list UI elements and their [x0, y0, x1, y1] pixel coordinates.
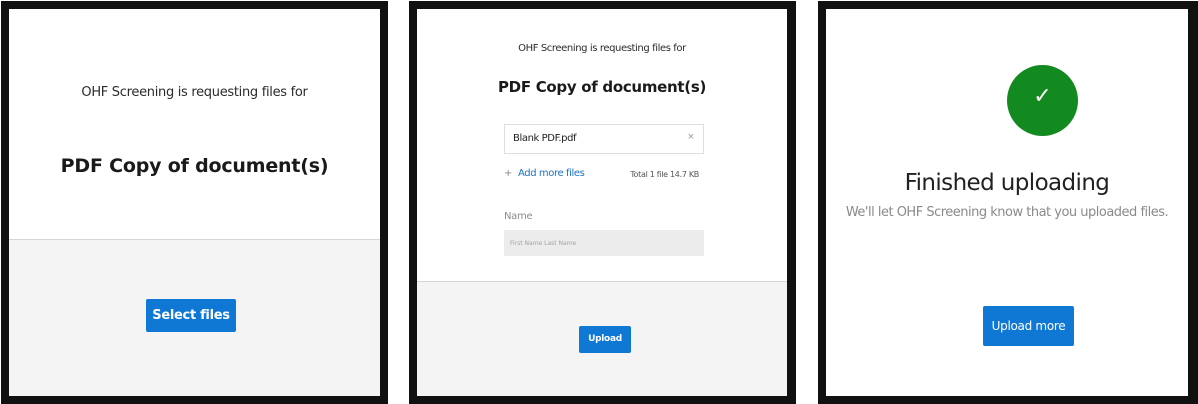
file-name: Blank PDF.pdf — [513, 133, 577, 144]
requesting-text: OHF Screening is requesting files for — [518, 43, 686, 54]
finished-card: ✓ Finished uploading We'll let OHF Scree… — [826, 9, 1188, 396]
name-field[interactable] — [504, 230, 704, 256]
action-area: Select files — [9, 240, 380, 396]
add-more-files-label: Add more files — [517, 168, 585, 179]
selected-file-item: Blank PDF.pdf × — [504, 124, 704, 154]
select-files-card: OHF Screening is requesting files for PD… — [9, 9, 380, 396]
total-file-size: Total 1 file 14.7 KB — [630, 170, 699, 179]
success-badge: ✓ — [1007, 65, 1078, 136]
select-files-panel: OHF Screening is requesting files for PD… — [1, 1, 388, 404]
close-icon[interactable]: × — [688, 131, 694, 143]
select-files-button[interactable]: Select files — [146, 299, 236, 332]
finished-heading: Finished uploading — [904, 170, 1110, 196]
check-icon: ✓ — [1033, 84, 1052, 109]
upload-form-card: OHF Screening is requesting files for PD… — [417, 9, 787, 396]
upload-form-panel: OHF Screening is requesting files for PD… — [409, 1, 796, 404]
request-title: PDF Copy of document(s) — [60, 155, 329, 177]
request-header: OHF Screening is requesting files for PD… — [9, 9, 380, 240]
upload-form: OHF Screening is requesting files for PD… — [417, 9, 787, 282]
add-more-files-link[interactable]: + Add more files — [504, 168, 585, 179]
request-title: PDF Copy of document(s) — [497, 78, 707, 96]
plus-icon: + — [504, 168, 512, 179]
requesting-text: OHF Screening is requesting files for — [81, 85, 308, 100]
name-label: Name — [504, 211, 533, 222]
finished-panel: ✓ Finished uploading We'll let OHF Scree… — [818, 1, 1198, 404]
upload-more-button[interactable]: Upload more — [983, 306, 1074, 346]
action-area: Upload — [417, 282, 787, 396]
upload-button[interactable]: Upload — [579, 326, 631, 353]
finished-subtitle: We'll let OHF Screening know that you up… — [845, 205, 1169, 220]
